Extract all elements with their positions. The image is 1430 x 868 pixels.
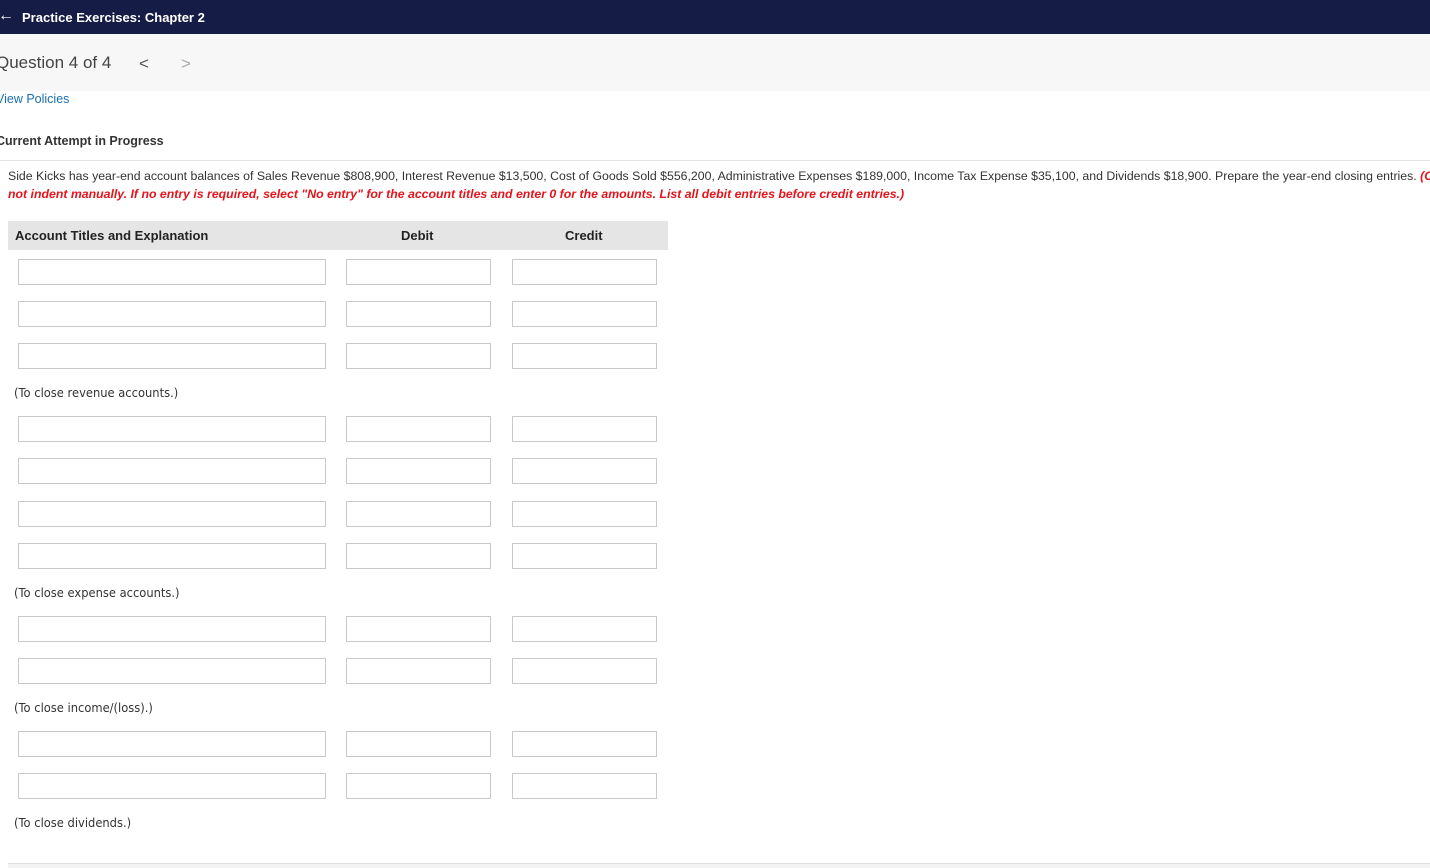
prompt-text: Side Kicks has year-end account balances… bbox=[8, 169, 1421, 183]
debit-input[interactable] bbox=[346, 501, 491, 527]
account-title-input[interactable] bbox=[18, 731, 326, 757]
debit-input[interactable] bbox=[346, 731, 491, 757]
assignment-title: Practice Exercises: Chapter 2 bbox=[22, 10, 205, 25]
credit-input[interactable] bbox=[512, 416, 657, 442]
debit-input[interactable] bbox=[346, 616, 491, 642]
instruction-text-2: not indent manually. If no entry is requ… bbox=[8, 187, 905, 201]
credit-input[interactable] bbox=[512, 773, 657, 799]
table-header: Account Titles and Explanation Debit Cre… bbox=[8, 221, 668, 250]
journal-row bbox=[0, 416, 680, 442]
account-title-input[interactable] bbox=[18, 301, 326, 327]
divider bbox=[0, 160, 1430, 161]
account-title-input[interactable] bbox=[18, 259, 326, 285]
header-debit: Debit bbox=[401, 228, 434, 243]
journal-row bbox=[0, 458, 680, 484]
question-nav-bar: Question 4 of 4 < > bbox=[0, 34, 1430, 91]
debit-input[interactable] bbox=[346, 458, 491, 484]
journal-row bbox=[0, 543, 680, 569]
account-title-input[interactable] bbox=[18, 616, 326, 642]
journal-row bbox=[0, 616, 680, 642]
debit-input[interactable] bbox=[346, 259, 491, 285]
credit-input[interactable] bbox=[512, 259, 657, 285]
debit-input[interactable] bbox=[346, 543, 491, 569]
credit-input[interactable] bbox=[512, 616, 657, 642]
chevron-left-icon[interactable]: < bbox=[139, 54, 149, 74]
top-bar: ← Practice Exercises: Chapter 2 bbox=[0, 0, 1430, 34]
debit-input[interactable] bbox=[346, 301, 491, 327]
debit-input[interactable] bbox=[346, 658, 491, 684]
entry-explanation: (To close dividends.) bbox=[14, 815, 132, 830]
credit-input[interactable] bbox=[512, 301, 657, 327]
debit-input[interactable] bbox=[346, 773, 491, 799]
entry-explanation: (To close income/(loss).) bbox=[14, 700, 153, 715]
account-title-input[interactable] bbox=[18, 458, 326, 484]
entry-explanation: (To close revenue accounts.) bbox=[14, 385, 179, 400]
journal-row bbox=[0, 773, 680, 799]
credit-input[interactable] bbox=[512, 343, 657, 369]
debit-input[interactable] bbox=[346, 416, 491, 442]
journal-row bbox=[0, 259, 680, 285]
account-title-input[interactable] bbox=[18, 501, 326, 527]
entry-explanation: (To close expense accounts.) bbox=[14, 585, 180, 600]
journal-row bbox=[0, 343, 680, 369]
view-policies-link[interactable]: View Policies bbox=[0, 92, 69, 106]
journal-row bbox=[0, 301, 680, 327]
arrow-left-icon[interactable]: ← bbox=[0, 8, 14, 24]
credit-input[interactable] bbox=[512, 658, 657, 684]
debit-input[interactable] bbox=[346, 343, 491, 369]
header-account-titles: Account Titles and Explanation bbox=[15, 228, 209, 243]
instruction-text-1: (Credit account titles are automatically… bbox=[1420, 169, 1430, 183]
attempt-status: Current Attempt in Progress bbox=[0, 134, 164, 148]
question-prompt: Side Kicks has year-end account balances… bbox=[8, 167, 1430, 203]
header-credit: Credit bbox=[565, 228, 603, 243]
credit-input[interactable] bbox=[512, 543, 657, 569]
footer-divider bbox=[8, 863, 1430, 868]
account-title-input[interactable] bbox=[18, 658, 326, 684]
account-title-input[interactable] bbox=[18, 543, 326, 569]
journal-row bbox=[0, 731, 680, 757]
journal-row bbox=[0, 658, 680, 684]
journal-row bbox=[0, 501, 680, 527]
question-counter: Question 4 of 4 bbox=[0, 53, 112, 72]
credit-input[interactable] bbox=[512, 458, 657, 484]
account-title-input[interactable] bbox=[18, 416, 326, 442]
account-title-input[interactable] bbox=[18, 343, 326, 369]
credit-input[interactable] bbox=[512, 731, 657, 757]
account-title-input[interactable] bbox=[18, 773, 326, 799]
chevron-right-icon[interactable]: > bbox=[181, 54, 191, 74]
credit-input[interactable] bbox=[512, 501, 657, 527]
